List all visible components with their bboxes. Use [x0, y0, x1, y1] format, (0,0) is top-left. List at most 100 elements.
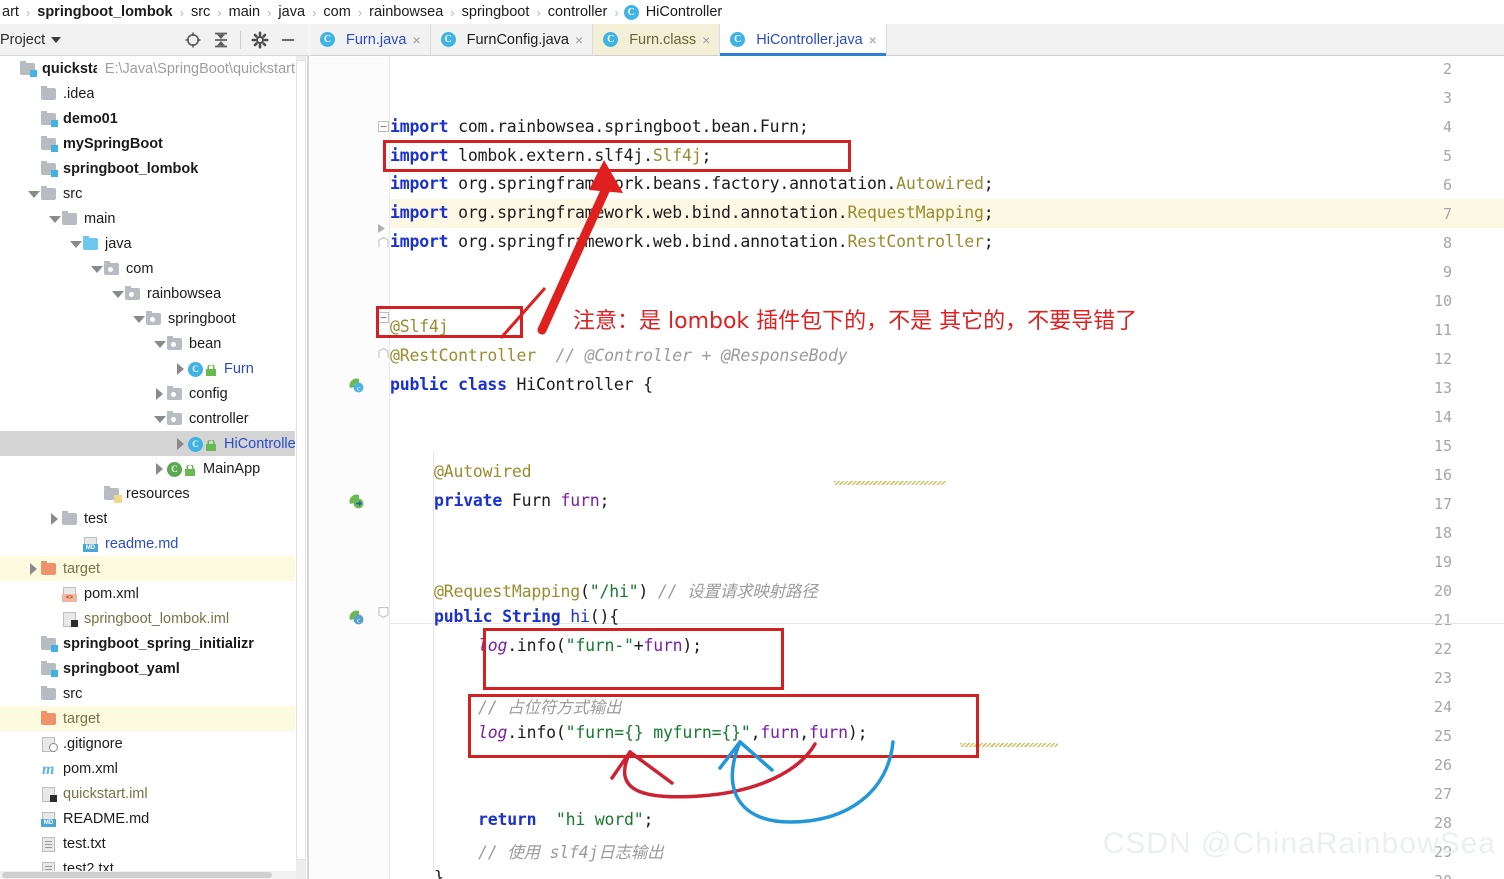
breadcrumb-item-rainbowsea[interactable]: rainbowsea — [367, 4, 445, 20]
chevron-right-icon[interactable] — [153, 462, 166, 475]
folder-grey — [40, 85, 58, 102]
fold-handle-expand-line7[interactable] — [376, 221, 387, 233]
tree-item-main[interactable]: main — [0, 206, 295, 231]
close-icon[interactable]: × — [702, 33, 710, 47]
tree-item-label: springboot_lombok — [63, 160, 199, 177]
tree-item-config[interactable]: config — [0, 381, 295, 406]
panel-divider[interactable] — [307, 56, 309, 879]
tree-item-pom-xml[interactable]: <> pom.xml — [0, 581, 295, 606]
folder-grey — [61, 210, 79, 227]
line-number: 16 — [1433, 466, 1452, 484]
chevron-right-icon[interactable] — [174, 437, 187, 450]
chevron-down-icon[interactable] — [132, 312, 145, 325]
tree-item-resources[interactable]: resources — [0, 481, 295, 506]
close-icon[interactable]: × — [412, 33, 420, 47]
tree-item-readme-md[interactable]: MD README.md — [0, 806, 295, 831]
code-line-28: return "hi word"; — [478, 810, 654, 829]
tree-item-hicontrolle[interactable]: C HiControlle — [0, 431, 295, 456]
chevron-down-icon[interactable] — [153, 412, 166, 425]
chevron-down-icon[interactable] — [51, 36, 62, 43]
locate-icon[interactable] — [180, 28, 206, 52]
tree-item-mainapp[interactable]: C MainApp — [0, 456, 295, 481]
tab-furn-java[interactable]: C Furn.java × — [310, 24, 431, 55]
breadcrumb-item-art[interactable]: art — [0, 4, 21, 20]
tree-item-src[interactable]: src — [0, 181, 295, 206]
project-tree[interactable]: quickstart E:\Java\SpringBoot\quickstart.… — [0, 56, 295, 879]
chevron-right-icon[interactable] — [174, 362, 187, 375]
tree-item-springboot[interactable]: springboot — [0, 306, 295, 331]
tree-item-quickstart[interactable]: quickstart E:\Java\SpringBoot\quickstart — [0, 56, 295, 81]
tree-item-furn[interactable]: C Furn — [0, 356, 295, 381]
fold-handle-imports[interactable] — [378, 119, 389, 132]
line-number: 14 — [1433, 408, 1452, 426]
chevron-down-icon[interactable] — [48, 212, 61, 225]
project-panel-title[interactable]: Project — [0, 32, 45, 48]
breadcrumb-item-com[interactable]: com — [321, 4, 352, 20]
tree-item-springboot-spring-initializr[interactable]: springboot_spring_initializr — [0, 631, 295, 656]
tree-item-readme-md[interactable]: MD readme.md — [0, 531, 295, 556]
breadcrumb-item-controller[interactable]: controller — [546, 4, 610, 20]
chevron-down-icon[interactable] — [111, 287, 124, 300]
breadcrumb-item-src[interactable]: src — [189, 4, 212, 20]
breadcrumb-item-main[interactable]: main — [227, 4, 262, 20]
chevron-down-icon[interactable] — [27, 187, 40, 200]
chevron-right-icon[interactable] — [27, 562, 40, 575]
tree-item-test[interactable]: test — [0, 506, 295, 531]
tree-item-springboot-lombok[interactable]: springboot_lombok — [0, 156, 295, 181]
tree-item-com[interactable]: com — [0, 256, 295, 281]
editor-gutter[interactable] — [310, 57, 390, 879]
chevron-down-icon[interactable] — [69, 237, 82, 250]
tab-furnconfig-java[interactable]: C FurnConfig.java × — [430, 24, 594, 55]
line-number: 13 — [1433, 379, 1452, 397]
tab-furn-class[interactable]: C Furn.class × — [593, 24, 721, 55]
tree-item-bean[interactable]: bean — [0, 331, 295, 356]
line-number: 12 — [1433, 350, 1452, 368]
tree-item-test-txt[interactable]: test.txt — [0, 831, 295, 856]
tree-item-myspringboot[interactable]: mySpringBoot — [0, 131, 295, 156]
tree-item-java[interactable]: java — [0, 231, 295, 256]
tab-hicontroller-java[interactable]: C HiController.java × — [720, 24, 887, 56]
spring-autowired-gutter-icon[interactable] — [348, 493, 365, 510]
indent-guide — [433, 452, 434, 872]
breadcrumb-item-hicontroller[interactable]: HiController — [644, 4, 725, 20]
code-editor[interactable]: 2 3 4 5 6 7 8 9 10 11 12 13 14 15 16 17 18 19 20 21 22 23 24 25… — [310, 57, 1504, 879]
tree-item-quickstart-iml[interactable]: quickstart.iml — [0, 781, 295, 806]
tree-item-demo01[interactable]: demo01 — [0, 106, 295, 131]
tree-item-springboot-lombok-iml[interactable]: springboot_lombok.iml — [0, 606, 295, 631]
breadcrumb-item-springboot[interactable]: springboot — [460, 4, 532, 20]
chevron-right-icon[interactable] — [153, 387, 166, 400]
chevron-down-icon[interactable] — [153, 337, 166, 350]
tree-item-rainbowsea[interactable]: rainbowsea — [0, 281, 295, 306]
close-icon[interactable]: × — [869, 33, 877, 47]
tree-item-springboot-yaml[interactable]: springboot_yaml — [0, 656, 295, 681]
code-line-11: @Slf4j — [390, 317, 449, 336]
tree-item-label: Furn — [224, 360, 254, 377]
tree-item-target[interactable]: target — [0, 556, 295, 581]
chevron-down-icon[interactable] — [90, 262, 103, 275]
breadcrumb-item-springboot-lombok[interactable]: springboot_lombok — [35, 4, 174, 20]
fold-handle-class-start[interactable] — [378, 310, 389, 323]
project-tree-vertical-scrollbar-thumb[interactable] — [296, 60, 306, 860]
tree-item-controller[interactable]: controller — [0, 406, 295, 431]
tree-item-pom-xml[interactable]: m pom.xml — [0, 756, 295, 781]
spring-request-mapping-gutter-icon[interactable]: c — [348, 609, 365, 626]
breadcrumb-item-java[interactable]: java — [276, 4, 307, 20]
chevron-right-icon[interactable] — [48, 512, 61, 525]
settings-gear-icon[interactable] — [247, 28, 273, 52]
tree-item-target[interactable]: target — [0, 706, 295, 731]
minimize-icon[interactable] — [275, 28, 301, 52]
collapse-all-icon[interactable] — [208, 28, 234, 52]
tree-item-gitignore[interactable]: .gitignore — [0, 731, 295, 756]
fold-handle-class-body[interactable] — [378, 346, 389, 358]
project-tree-horizontal-scrollbar-thumb[interactable] — [2, 872, 272, 878]
spring-bean-gutter-icon[interactable]: c — [348, 377, 365, 394]
tree-item-src[interactable]: src — [0, 681, 295, 706]
code-line-30: } — [434, 868, 444, 879]
close-icon[interactable]: × — [575, 33, 583, 47]
tree-item-idea[interactable]: .idea — [0, 81, 295, 106]
fold-handle-imports-end[interactable] — [378, 235, 389, 247]
breadcrumb[interactable]: art › springboot_lombok › src › main › j… — [0, 0, 1504, 24]
fold-handle-method[interactable] — [378, 605, 389, 618]
breadcrumb-separator-icon: › — [267, 4, 272, 20]
